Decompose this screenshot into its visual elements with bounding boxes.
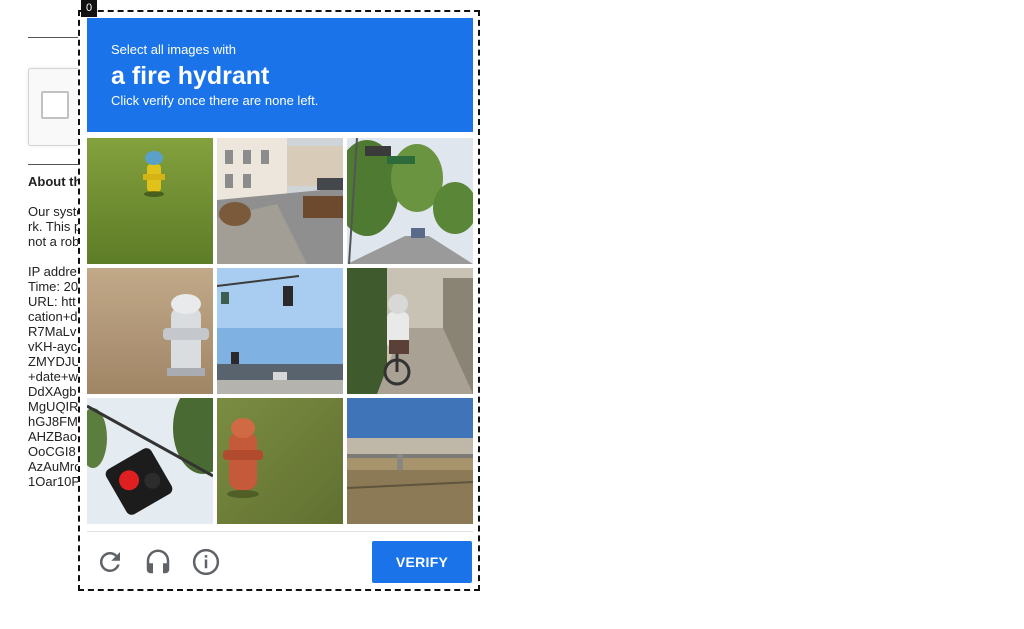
image-tile[interactable] <box>347 138 473 264</box>
headphones-icon[interactable] <box>143 547 173 577</box>
tile-image <box>217 138 343 264</box>
reload-icon[interactable] <box>95 547 125 577</box>
recaptcha-checkbox[interactable] <box>41 91 69 119</box>
tile-image <box>217 398 343 524</box>
instruction-subtext: Click verify once there are none left. <box>111 93 319 108</box>
tile-image <box>87 398 213 524</box>
image-tile[interactable] <box>87 268 213 394</box>
tile-image <box>217 268 343 394</box>
tile-image <box>87 138 213 264</box>
info-icon[interactable] <box>191 547 221 577</box>
image-tile[interactable] <box>217 138 343 264</box>
image-tile[interactable] <box>217 268 343 394</box>
tile-image <box>347 398 473 524</box>
target-object: a fire hydrant <box>111 62 270 90</box>
image-tile[interactable] <box>347 268 473 394</box>
tile-image <box>87 268 213 394</box>
challenge-header: Select all images with a fire hydrant Cl… <box>87 18 473 132</box>
verify-button[interactable]: VERIFY <box>372 541 472 583</box>
image-tile[interactable] <box>217 398 343 524</box>
tab-index-marker: 0 <box>81 0 97 17</box>
image-tile[interactable] <box>87 398 213 524</box>
tile-image <box>347 138 473 264</box>
image-tile[interactable] <box>87 138 213 264</box>
footer-divider <box>87 531 473 532</box>
tile-image <box>347 268 473 394</box>
image-tile[interactable] <box>347 398 473 524</box>
instruction-text: Select all images with <box>111 42 236 57</box>
image-grid <box>87 138 473 524</box>
